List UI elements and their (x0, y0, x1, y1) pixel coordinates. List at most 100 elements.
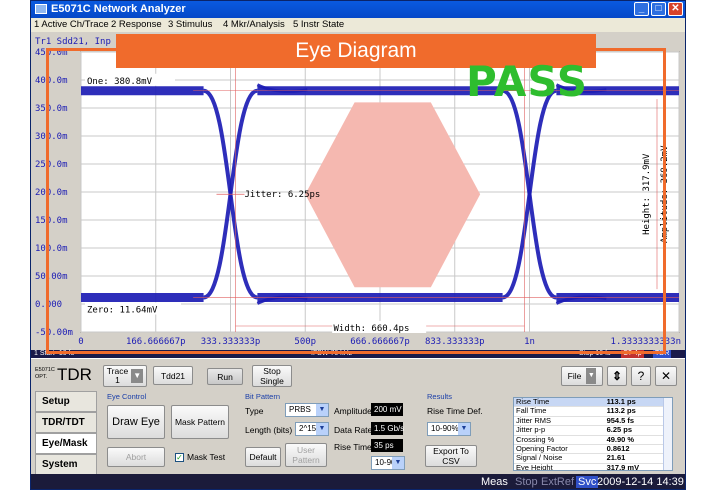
results-label: Jitter p-p (514, 425, 605, 436)
results-value: 21.61 (604, 454, 664, 464)
amplitude-value[interactable]: 200 mV (371, 403, 403, 416)
results-label: Eye Height (514, 463, 605, 470)
length-label: Length (bits) (245, 425, 293, 435)
maximize-button[interactable]: □ (651, 2, 666, 16)
sidebar-item-tdr-tdt[interactable]: TDR/TDT (35, 412, 97, 433)
length-dropdown-icon: ▼ (316, 423, 328, 435)
cal-badge: C? 4p (621, 350, 644, 358)
close-window-button[interactable]: ✕ (668, 2, 683, 16)
user-pattern-button[interactable]: User Pattern (285, 443, 327, 467)
y-tick-label: 200.0m (35, 188, 68, 198)
tdr-badge: TDR (653, 350, 672, 358)
tdr-control-panel: E5071C OPT. TDR Trace 1 ▼ Tdd21 Run Stop… (31, 358, 685, 475)
mask-pattern-button[interactable]: Mask Pattern (171, 405, 229, 439)
meas-indicator: Meas (481, 476, 508, 488)
run-button[interactable]: Run (207, 368, 243, 385)
draw-eye-button[interactable]: Draw Eye (107, 405, 165, 439)
results-row[interactable]: Signal / Noise 21.61 (514, 454, 664, 464)
date-time: 2009-12-14 14:39 (597, 476, 684, 488)
tdr-logo: E5071C OPT. TDR (35, 363, 95, 389)
results-group-label: Results (427, 392, 453, 401)
results-table-container[interactable]: Rise Time 113.1 ps Fall Time 113.2 ps Jitter… (513, 397, 673, 471)
menu-item-response[interactable]: 2 Response (111, 19, 162, 30)
mask-test-label: Mask Test (187, 452, 226, 462)
rise-def-select[interactable]: 10-90% ▼ (371, 456, 405, 470)
parameter-button[interactable]: Tdd21 (153, 366, 193, 385)
rise-time-label: Rise Time (334, 442, 372, 452)
x-tick-label: 166.666667p (126, 337, 186, 347)
close-panel-button[interactable]: ✕ (655, 366, 677, 386)
x-tick-label: 333.333333p (201, 337, 261, 347)
menu-item-mkr-analysis[interactable]: 4 Mkr/Analysis (223, 19, 285, 30)
extref-indicator: ExtRef (541, 476, 575, 488)
trace-select-button[interactable]: Trace 1 ▼ (103, 365, 147, 387)
move-up-down-button[interactable]: ⇕ (607, 366, 627, 386)
y-tick-label: -50.00m (35, 328, 73, 338)
y-tick-label: 400.0m (35, 76, 68, 86)
rise-time-value[interactable]: 35 ps (371, 439, 403, 452)
amplitude-annotation: Amplitude: 369.2mV (660, 145, 670, 243)
data-rate-value[interactable]: 1.5 Gb/s (371, 422, 404, 435)
channel-status-strip: 1 Start -10 fs IFBW 70 kHz Stop 10 fs C?… (31, 350, 685, 358)
length-select[interactable]: 2^15-1 ▼ (295, 422, 329, 436)
x-tick-label: 500p (294, 337, 316, 347)
updown-arrow-icon: ⇕ (611, 369, 623, 383)
rise-def-dropdown-icon: ▼ (392, 457, 404, 469)
rise-time-def-select[interactable]: 10-90% ▼ (427, 422, 471, 436)
results-label: Signal / Noise (514, 454, 605, 464)
x-tick-label: 833.333333p (425, 337, 485, 347)
stop-indicator: Stop (515, 476, 538, 488)
width-annotation: Width: 660.4ps (334, 324, 410, 334)
mask-test-checkbox-row[interactable]: ✓ Mask Test (175, 451, 225, 463)
trace-dropdown-icon: ▼ (131, 369, 144, 383)
results-scrollbar[interactable] (663, 398, 672, 470)
minimize-button[interactable]: _ (634, 2, 649, 16)
height-annotation: Height: 317.9mV (642, 153, 652, 235)
abort-button[interactable]: Abort (107, 447, 165, 467)
jitter-annotation: Jitter: 6.25ps (244, 190, 320, 200)
file-menu-button[interactable]: File ▼ (561, 366, 603, 386)
results-value: 113.2 ps (604, 407, 664, 417)
stop-readout: Stop 10 fs (579, 350, 611, 357)
zero-level-annotation: Zero: 11.64mV (87, 305, 158, 315)
stop-single-button[interactable]: Stop Single (252, 365, 292, 387)
menu-item-active-ch[interactable]: 1 Active Ch/Trace (34, 19, 109, 30)
rise-time-def-label: Rise Time Def. (427, 406, 483, 416)
type-label: Type (245, 406, 264, 416)
x-tick-label: 1n (524, 337, 535, 347)
help-button[interactable]: ? (631, 366, 651, 386)
results-label: Fall Time (514, 407, 605, 417)
default-button[interactable]: Default (245, 447, 281, 467)
y-tick-label: 450.0m (35, 48, 68, 58)
y-tick-label: 250.0m (35, 160, 68, 170)
results-row[interactable]: Jitter p-p 6.25 ps (514, 425, 664, 436)
menu-item-stimulus[interactable]: 3 Stimulus (168, 19, 212, 30)
y-tick-label: 300.0m (35, 132, 68, 142)
data-rate-label: Data Rate (334, 425, 373, 435)
rise-time-def-value: 10-90% (431, 424, 459, 433)
tdr-logo-big: TDR (57, 365, 92, 384)
sidebar-item-system[interactable]: System (35, 454, 97, 475)
trace-value: 1 (115, 375, 120, 385)
y-tick-label: 0.000 (35, 300, 62, 310)
export-csv-button[interactable]: Export To CSV (425, 445, 477, 467)
ifbw-readout: IFBW 70 kHz (311, 350, 353, 357)
amplitude-label: Amplitude (334, 406, 372, 416)
x-tick-label: 666.666667p (350, 337, 410, 347)
tdr-logo-small: E5071C OPT. (35, 367, 55, 380)
sidebar-item-setup[interactable]: Setup (35, 391, 97, 412)
results-row[interactable]: Eye Height 317.9 mV (514, 463, 664, 470)
type-select[interactable]: PRBS ▼ (285, 403, 329, 417)
menu-item-instr-state[interactable]: 5 Instr State (293, 19, 344, 30)
results-value: 6.25 ps (604, 425, 664, 436)
results-row[interactable]: Fall Time 113.2 ps (514, 407, 664, 417)
y-tick-label: 50.00m (35, 272, 68, 282)
x-tick-label: 0 (78, 337, 83, 347)
trace-label: Trace 1 (107, 367, 128, 385)
results-table: Rise Time 113.1 ps Fall Time 113.2 ps Jitter… (514, 398, 664, 470)
mask-test-checkbox[interactable]: ✓ (175, 452, 184, 462)
sidebar-item-eye-mask[interactable]: Eye/Mask (35, 433, 97, 454)
file-dropdown-icon: ▼ (586, 368, 597, 384)
menu-bar: 1 Active Ch/Trace 2 Response 3 Stimulus … (31, 18, 685, 32)
x-tick-label: 1.3333333333n (611, 337, 681, 347)
